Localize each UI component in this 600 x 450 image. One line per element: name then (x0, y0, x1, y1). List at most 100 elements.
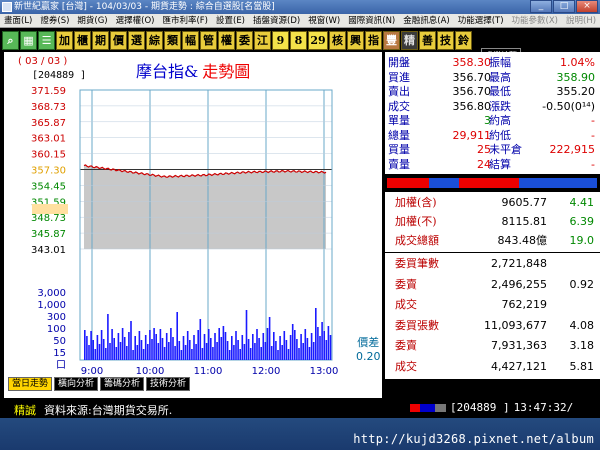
volume-bar (283, 331, 286, 360)
volume-tick-label: 50 (53, 336, 66, 347)
index-label: 成交總額 (395, 234, 439, 247)
quote-label: 成交 (388, 99, 410, 113)
volume-bar (128, 332, 130, 360)
menu-item[interactable]: 期貨(G) (73, 14, 111, 27)
time-tick-label: 12:00 (252, 366, 281, 377)
index-change: 19.0 (569, 234, 595, 247)
volume-bar (233, 345, 235, 360)
toolbar-button[interactable]: 指 (365, 30, 382, 50)
quote-label: 開盤 (388, 56, 410, 69)
toolbar-number-button[interactable]: 9 (272, 30, 289, 50)
toolbar-button[interactable]: 技 (437, 30, 454, 50)
price-tick-label: 357.30 (31, 166, 66, 177)
menu-item[interactable]: 匯市利率(F) (158, 14, 212, 27)
close-button[interactable]: × (576, 0, 598, 13)
status-source: 精誠 資料來源:台灣期貨交易所. (14, 402, 172, 418)
menu-item[interactable]: 設置(E) (212, 14, 249, 27)
volume-bar (241, 335, 244, 360)
menu-item[interactable]: 金融訊息(A) (399, 14, 453, 27)
toolbar-button[interactable]: 江 (254, 30, 271, 50)
toolbar-button[interactable]: 權 (218, 30, 235, 50)
price-area (84, 164, 326, 249)
quote-value: 222,915 (549, 143, 596, 156)
status-clock: [204889 ] 13:47:32/ (410, 401, 573, 414)
toolbar-button[interactable]: 選 (128, 30, 145, 50)
time-tick-label: 11:00 (194, 366, 223, 377)
toolbar-button[interactable]: 綜 (146, 30, 163, 50)
volume-bar (98, 344, 101, 360)
menu-item[interactable]: 插盤資源(D) (249, 14, 304, 27)
order-label: 成交 (395, 359, 417, 373)
tab-1[interactable]: 橫向分析 (54, 377, 99, 391)
index-value: 8115.81 (501, 215, 548, 228)
toolbar-button[interactable]: 價 (110, 30, 127, 50)
volume-tick-label: 3,000 (37, 288, 66, 299)
list-icon[interactable]: ☰ (38, 30, 55, 50)
toolbar-button[interactable]: 期 (92, 30, 109, 50)
quote-label: 漲跌 (489, 99, 511, 113)
volume-bar (252, 334, 254, 360)
toolbar-button[interactable]: 鈴 (455, 30, 472, 50)
chart-code: [204889 ] (32, 70, 87, 81)
price-tick-label: 371.59 (31, 86, 66, 97)
menu-item[interactable]: 選擇權(O) (112, 14, 159, 27)
volume-bar (115, 347, 118, 360)
menu-item[interactable]: 視窗(W) (304, 14, 344, 27)
volume-bar (174, 346, 176, 360)
volume-bar (277, 350, 279, 360)
quote-label: 買量 (388, 143, 410, 156)
volume-bar (168, 342, 170, 360)
quote-label: 約低 (489, 128, 511, 142)
volume-bar (214, 333, 216, 360)
menu-item[interactable]: 證券(S) (36, 14, 73, 27)
volume-bar (315, 308, 317, 360)
toolbar-button[interactable]: 類 (164, 30, 181, 50)
toolbar-button[interactable]: 加 (56, 30, 73, 50)
minimize-button[interactable]: _ (530, 0, 552, 13)
menu-item[interactable]: 國際資訊(N) (344, 14, 399, 27)
toolbar-number-button[interactable]: 8 (290, 30, 307, 50)
volume-bar (254, 343, 256, 360)
volume-bar (144, 335, 147, 360)
maximize-button[interactable]: □ (553, 0, 575, 13)
toolbar-number-button[interactable]: 29 (308, 30, 328, 50)
volume-bar (285, 340, 288, 360)
volume-bar (149, 330, 151, 360)
quote-value: 3 (484, 114, 491, 127)
volume-bar (96, 335, 99, 360)
volume-bar (147, 344, 149, 360)
window-title: 新世紀贏家 [台灣] - 104/03/03 - 期貨走勢 : 綜合自選股[名當… (14, 2, 275, 12)
menu-item[interactable]: 功能參數(X) (508, 14, 562, 27)
toolbar-button[interactable]: 幅 (182, 30, 199, 50)
volume-bar (94, 349, 97, 360)
toolbar-button[interactable]: 興 (347, 30, 364, 50)
toolbar-button[interactable]: 精 (401, 30, 418, 50)
tab-2[interactable]: 籌碼分析 (100, 377, 145, 391)
tab-0[interactable]: 當日走勢 (8, 377, 53, 391)
toolbar-button[interactable]: 櫃 (74, 30, 91, 50)
quote-label: 賣出 (388, 85, 410, 98)
toolbar-button[interactable]: 核 (329, 30, 346, 50)
toolbar-button[interactable]: 豐 (383, 30, 400, 50)
search-icon[interactable]: ⌕ (2, 30, 19, 50)
price-chart-panel[interactable]: 371.59 368.73 365.87 363.01 360.15 357.30 354.… (4, 52, 382, 398)
toolbar-button[interactable]: 委 (236, 30, 253, 50)
volume-bar (289, 335, 292, 360)
menu-item[interactable]: 說明(H) (562, 14, 600, 27)
volume-tick-label: 1,000 (37, 300, 66, 311)
volume-bar (165, 333, 168, 360)
tab-3[interactable]: 技術分析 (146, 377, 191, 391)
menu-item[interactable]: 功能選擇(T) (454, 14, 508, 27)
toolbar-button[interactable]: 管 (200, 30, 217, 50)
order-label: 成交 (395, 298, 417, 311)
volume-bar (268, 317, 271, 360)
volume-bar (243, 344, 246, 360)
main-area: 371.59 368.73 365.87 363.01 360.15 357.30 354.… (0, 52, 600, 398)
volume-bar (302, 343, 304, 360)
volume-bar (312, 342, 315, 360)
volume-bar (117, 333, 120, 360)
volume-bar (182, 336, 185, 360)
chart-icon[interactable]: ▦ (20, 30, 37, 50)
menu-item[interactable]: 畫面(L) (0, 14, 36, 27)
toolbar-button[interactable]: 善 (419, 30, 436, 50)
